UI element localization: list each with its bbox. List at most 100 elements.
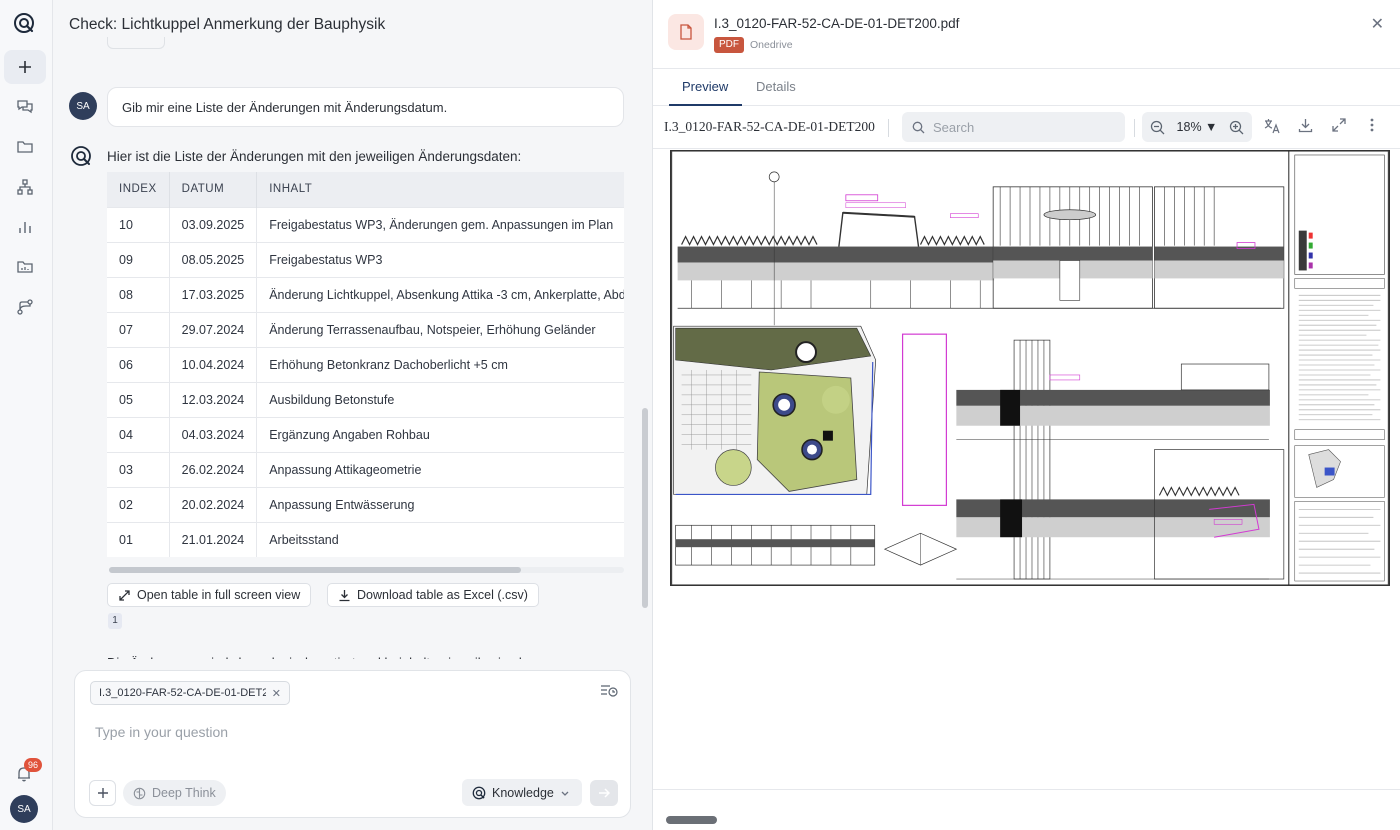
new-chat-button[interactable] (4, 50, 46, 84)
composer: I.3_0120-FAR-52-CA-DE-01-DET200.pdf ✕ Ty… (74, 670, 631, 818)
panel-tabs: Preview Details (653, 68, 1400, 106)
plus-icon (97, 788, 108, 798)
search-input[interactable] (933, 119, 1113, 135)
deep-think-label: Deep Think (152, 786, 216, 800)
table-row: 09 08.05.2025 Freigabestatus WP3 (107, 241, 624, 277)
file-type-badge: PDF (714, 37, 744, 53)
knowledge-dropdown[interactable]: Knowledge (462, 779, 582, 806)
zoom-out-icon[interactable] (1150, 120, 1165, 135)
cell-date: 10.04.2024 (169, 346, 258, 382)
cell-content: Freigabestatus WP3, Änderungen gem. Anpa… (256, 206, 624, 242)
download-icon (339, 589, 350, 601)
prompt-history-icon[interactable] (600, 683, 618, 699)
user-message: Gib mir eine Liste der Änderungen mit Än… (107, 87, 624, 127)
tab-details[interactable]: Details (756, 79, 796, 94)
column-header-index: INDEX (107, 172, 170, 207)
cell-date: 21.01.2024 (169, 521, 258, 557)
attachment-name: I.3_0120-FAR-52-CA-DE-01-DET200.pdf (99, 687, 266, 699)
download-csv-button[interactable]: Download table as Excel (.csv) (327, 583, 539, 607)
cell-content: Änderung Lichtkuppel, Absenkung Attika -… (256, 276, 624, 312)
table-row: 07 29.07.2024 Änderung Terrassenaufbau, No… (107, 311, 624, 347)
cell-index: 04 (107, 416, 170, 452)
chart-icon (19, 222, 31, 233)
send-button[interactable] (590, 780, 618, 806)
table-row: 06 10.04.2024 Erhöhung Betonkranz Dachober… (107, 346, 624, 382)
cell-date: 12.03.2024 (169, 381, 258, 417)
knowledge-label: Knowledge (492, 785, 554, 800)
attachment-chip[interactable]: I.3_0120-FAR-52-CA-DE-01-DET200.pdf ✕ (90, 681, 290, 705)
folders-nav[interactable] (13, 135, 37, 159)
deep-think-toggle[interactable]: Deep Think (123, 780, 226, 806)
add-button[interactable] (89, 780, 116, 806)
more-icon[interactable] (1370, 118, 1374, 132)
source-reference[interactable]: 1 (108, 613, 122, 629)
logo-icon[interactable] (13, 12, 35, 34)
workflow-nav[interactable] (13, 295, 37, 319)
chats-nav[interactable] (13, 95, 37, 119)
search-icon (912, 121, 925, 133)
zoom-in-icon[interactable] (1229, 120, 1244, 135)
network-nav[interactable] (13, 175, 37, 199)
chevron-down-icon (561, 791, 569, 796)
assistant-icon (71, 146, 91, 166)
open-fullscreen-label: Open table in full screen view (137, 588, 301, 602)
pdf-viewer[interactable] (653, 150, 1400, 790)
table-row: 03 26.02.2024 Anpassung Attikageometrie (107, 451, 624, 487)
viewer-scrollbar[interactable] (666, 816, 717, 824)
table-horizontal-scrollbar[interactable] (109, 567, 624, 573)
download-icon[interactable] (1298, 118, 1313, 133)
cell-index: 07 (107, 311, 170, 347)
analytics-nav[interactable] (13, 215, 37, 239)
left-rail: 96 SA (0, 0, 53, 830)
send-icon (599, 788, 610, 798)
profile-avatar[interactable]: SA (10, 795, 38, 823)
archive-nav[interactable] (13, 255, 37, 279)
column-header-content: INHALT (256, 172, 624, 207)
workflow-icon (17, 299, 33, 315)
tab-preview[interactable]: Preview (682, 79, 728, 94)
chat-scrollbar[interactable] (642, 408, 648, 608)
pdf-file-icon (668, 14, 704, 50)
remove-attachment-icon[interactable]: ✕ (272, 687, 281, 700)
notification-badge: 96 (24, 758, 42, 772)
chat-column: Check: Lichtkuppel Anmerkung der Bauphys… (53, 0, 652, 830)
document-name: I.3_0120-FAR-52-CA-DE-01-DET200 (664, 119, 875, 134)
table-header-row: INDEX DATUM INHALT (107, 172, 624, 207)
zoom-value: 18% (1176, 120, 1202, 134)
divider (1134, 119, 1135, 137)
cell-date: 20.02.2024 (169, 486, 258, 522)
viewer-footer (653, 789, 1400, 830)
archive-icon (17, 261, 33, 273)
table-row: 08 17.03.2025 Änderung Lichtkuppel, Absenk… (107, 276, 624, 312)
column-header-date: DATUM (169, 172, 258, 207)
scrollbar-thumb[interactable] (109, 567, 521, 573)
fullscreen-icon[interactable] (1332, 118, 1346, 132)
cell-date: 26.02.2024 (169, 451, 258, 487)
question-input[interactable]: Type in your question (95, 724, 228, 740)
cell-content: Anpassung Attikageometrie (256, 451, 624, 487)
cell-date: 04.03.2024 (169, 416, 258, 452)
viewer-toolbar: I.3_0120-FAR-52-CA-DE-01-DET200 18% ▼ (653, 107, 1400, 149)
assistant-intro: Hier ist die Liste der Änderungen mit de… (107, 149, 522, 164)
cell-index: 02 (107, 486, 170, 522)
chat-title: Check: Lichtkuppel Anmerkung der Bauphys… (69, 16, 386, 33)
cell-content: Ergänzung Angaben Rohbau (256, 416, 624, 452)
download-label: Download table as Excel (.csv) (357, 588, 528, 602)
zoom-level[interactable]: 18% ▼ (1177, 120, 1218, 134)
table-row: 10 03.09.2025 Freigabestatus WP3, Änderung… (107, 206, 624, 242)
cell-index: 03 (107, 451, 170, 487)
cell-date: 17.03.2025 (169, 276, 258, 312)
cell-index: 10 (107, 206, 170, 242)
file-name: I.3_0120-FAR-52-CA-DE-01-DET200.pdf (714, 16, 960, 31)
network-icon (17, 179, 33, 195)
cell-index: 09 (107, 241, 170, 277)
document-panel: I.3_0120-FAR-52-CA-DE-01-DET200.pdf PDF … (652, 0, 1400, 830)
translate-icon[interactable] (1264, 118, 1280, 134)
cell-content: Arbeitsstand (256, 521, 624, 557)
open-fullscreen-button[interactable]: Open table in full screen view (107, 583, 312, 607)
cell-date: 08.05.2025 (169, 241, 258, 277)
partially-hidden-text: Die Änderungen sind chronologisch sortie… (107, 655, 551, 659)
cell-date: 29.07.2024 (169, 311, 258, 347)
document-search[interactable] (902, 112, 1125, 142)
close-icon[interactable]: ✕ (1371, 14, 1384, 34)
